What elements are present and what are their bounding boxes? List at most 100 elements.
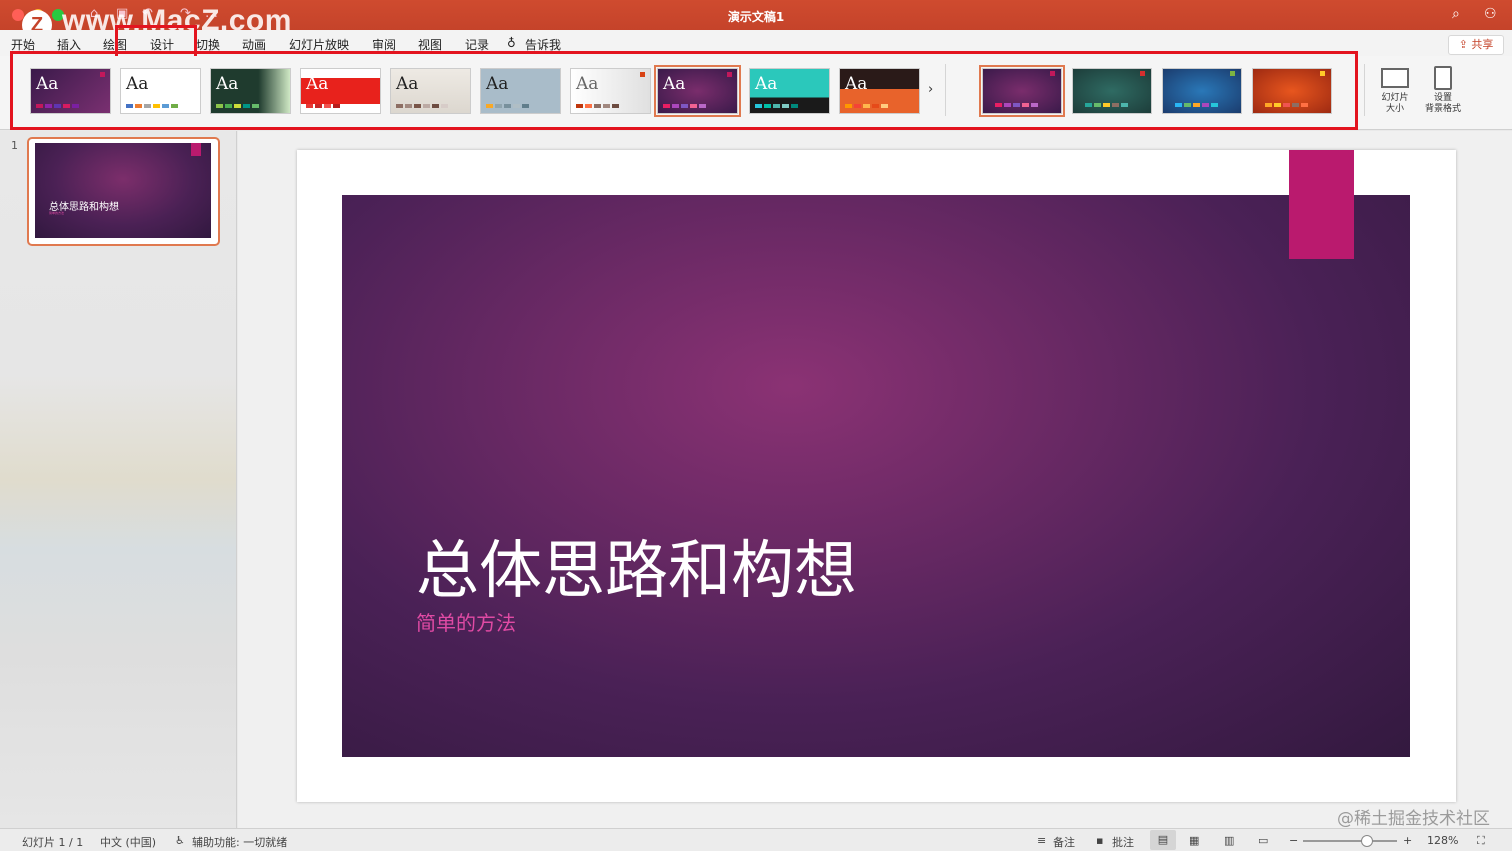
theme-thumbnail[interactable]: Aa xyxy=(390,68,471,114)
tab-home[interactable]: 开始 xyxy=(11,36,35,53)
zoom-slider[interactable] xyxy=(1303,835,1397,847)
zoom-level[interactable]: 128% xyxy=(1427,834,1458,847)
share-button[interactable]: ⇪ 共享 xyxy=(1448,35,1504,55)
theme-thumbnail[interactable]: Aa xyxy=(30,68,111,114)
accessibility-status[interactable]: 辅助功能: 一切就绪 xyxy=(192,834,287,850)
theme-label: Aa xyxy=(396,74,419,94)
tab-transitions[interactable]: 切换 xyxy=(196,36,220,53)
slide-subtitle[interactable]: 简单的方法 xyxy=(416,607,516,636)
share-label: 共享 xyxy=(1471,38,1494,51)
color-swatch xyxy=(1094,103,1101,107)
thumbnail-accent-tab xyxy=(191,143,201,156)
search-icon[interactable]: ⌕ xyxy=(1452,6,1460,22)
tab-review[interactable]: 审阅 xyxy=(372,36,396,53)
format-background-label-1: 设置 xyxy=(1433,93,1452,103)
slideshow-view-icon[interactable]: ▭ xyxy=(1258,834,1268,847)
language-indicator[interactable]: 中文 (中国) xyxy=(100,834,156,850)
slide-title[interactable]: 总体思路和构想 xyxy=(416,520,857,611)
format-background-button[interactable]: 设置 背景格式 xyxy=(1418,66,1468,115)
theme-thumbnail[interactable]: Aa xyxy=(839,68,920,114)
slide-accent-tab[interactable] xyxy=(1289,150,1354,259)
ribbon-divider xyxy=(945,64,946,116)
color-swatch xyxy=(252,104,259,108)
theme-thumbnail[interactable]: Aa xyxy=(570,68,651,114)
theme-label: Aa xyxy=(576,74,599,94)
theme-color-swatches xyxy=(396,104,448,108)
zoom-in-icon[interactable]: + xyxy=(1403,834,1412,847)
theme-thumbnail[interactable]: Aa xyxy=(120,68,201,114)
color-swatch xyxy=(1103,103,1110,107)
variant-thumbnail[interactable] xyxy=(1162,68,1242,114)
zoom-slider-handle[interactable] xyxy=(1360,835,1373,847)
color-swatch xyxy=(324,104,331,108)
status-bar: 幻灯片 1 / 1 中文 (中国) ♿ 辅助功能: 一切就绪 ≡ 备注 ▪ 批注… xyxy=(0,828,1512,851)
color-swatch xyxy=(1211,103,1218,107)
gallery-more-button[interactable]: › xyxy=(928,83,933,96)
color-swatch xyxy=(126,104,133,108)
slide-sorter-icon[interactable]: ▦ xyxy=(1189,834,1199,847)
color-swatch xyxy=(243,104,250,108)
color-swatch xyxy=(1175,103,1182,107)
fit-to-window-icon[interactable]: ⛶ xyxy=(1477,834,1485,848)
color-swatch xyxy=(672,104,679,108)
tab-animations[interactable]: 动画 xyxy=(242,36,266,53)
normal-view-icon[interactable]: ▤ xyxy=(1150,830,1176,850)
tab-record[interactable]: 记录 xyxy=(465,36,489,53)
tab-slideshow[interactable]: 幻灯片放映 xyxy=(289,36,349,53)
theme-label: Aa xyxy=(486,74,509,94)
variant-accent-dot xyxy=(1320,71,1325,76)
color-swatch xyxy=(216,104,223,108)
slide-size-button[interactable]: 幻灯片 大小 xyxy=(1374,66,1416,115)
color-swatch xyxy=(1022,103,1029,107)
color-swatch xyxy=(854,104,861,108)
color-swatch xyxy=(1112,103,1119,107)
color-swatch xyxy=(1193,103,1200,107)
tab-design[interactable]: 设计 xyxy=(150,36,174,53)
tab-view[interactable]: 视图 xyxy=(418,36,442,53)
theme-thumbnail[interactable]: Aa xyxy=(300,68,381,114)
variant-thumbnail[interactable] xyxy=(1252,68,1332,114)
slide-number: 1 xyxy=(11,139,18,152)
tell-me-search[interactable]: 告诉我 xyxy=(525,36,561,53)
color-swatch xyxy=(234,104,241,108)
color-swatch xyxy=(1274,103,1281,107)
account-icon[interactable]: ⚇ xyxy=(1484,6,1497,22)
color-swatch xyxy=(333,104,340,108)
variant-thumbnail[interactable] xyxy=(1072,68,1152,114)
color-swatch xyxy=(603,104,610,108)
theme-thumbnail[interactable]: Aa xyxy=(749,68,830,114)
theme-label: Aa xyxy=(306,74,329,94)
theme-thumbnail[interactable]: Aa xyxy=(210,68,291,114)
color-swatch xyxy=(171,104,178,108)
theme-accent-dot xyxy=(727,72,732,77)
color-swatch xyxy=(1004,103,1011,107)
theme-color-swatches xyxy=(216,104,259,108)
theme-thumbnail[interactable]: Aa xyxy=(654,65,741,117)
theme-color-swatches xyxy=(126,104,178,108)
notes-button[interactable]: 备注 xyxy=(1053,834,1075,850)
color-swatch xyxy=(72,104,79,108)
color-swatch xyxy=(863,104,870,108)
tab-draw[interactable]: 绘图 xyxy=(103,36,127,53)
color-swatch xyxy=(764,104,771,108)
color-swatch xyxy=(396,104,403,108)
color-swatch xyxy=(773,104,780,108)
comments-button[interactable]: 批注 xyxy=(1112,834,1134,850)
slide-thumbnail[interactable]: 总体思路和构想 简单的方法 xyxy=(35,143,211,238)
variant-thumbnail[interactable] xyxy=(979,65,1065,117)
color-swatch xyxy=(594,104,601,108)
reading-view-icon[interactable]: ▥ xyxy=(1224,834,1234,847)
zoom-out-icon[interactable]: − xyxy=(1289,834,1298,847)
theme-color-swatches xyxy=(486,104,529,108)
theme-label: Aa xyxy=(663,74,686,94)
color-swatch xyxy=(1013,103,1020,107)
theme-thumbnail[interactable]: Aa xyxy=(480,68,561,114)
color-swatch xyxy=(54,104,61,108)
tab-insert[interactable]: 插入 xyxy=(57,36,81,53)
ribbon-divider xyxy=(1364,64,1365,116)
theme-color-swatches xyxy=(755,104,798,108)
slide-size-label-2: 大小 xyxy=(1385,104,1404,114)
color-swatch xyxy=(414,104,421,108)
variant-color-swatches xyxy=(1085,103,1128,107)
theme-color-swatches xyxy=(36,104,79,108)
